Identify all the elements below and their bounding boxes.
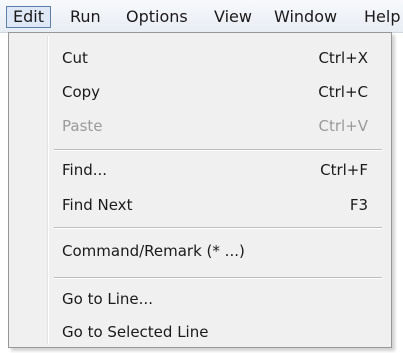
menu-item-copy[interactable]: Copy Ctrl+C bbox=[12, 78, 388, 108]
menu-view[interactable]: View bbox=[208, 6, 258, 28]
menu-options[interactable]: Options bbox=[120, 6, 194, 28]
menu-help[interactable]: Help bbox=[358, 6, 403, 28]
menu-bar: Edit Run Options View Window Help bbox=[0, 0, 403, 33]
menu-separator bbox=[54, 227, 382, 229]
menu-item-label: Copy bbox=[62, 83, 101, 101]
application-window: Edit Run Options View Window Help Cut Ct… bbox=[0, 0, 403, 353]
menu-edit[interactable]: Edit bbox=[6, 6, 51, 28]
menu-item-paste: Paste Ctrl+V bbox=[12, 112, 388, 142]
menu-item-find-next[interactable]: Find Next F3 bbox=[12, 191, 388, 221]
menu-item-label: Paste bbox=[62, 117, 103, 135]
menu-item-command-remark[interactable]: Command/Remark (* ...) bbox=[12, 237, 388, 267]
menu-item-shortcut: F3 bbox=[349, 196, 368, 214]
menu-window[interactable]: Window bbox=[268, 6, 343, 28]
menu-separator bbox=[54, 277, 382, 279]
menu-run[interactable]: Run bbox=[64, 6, 107, 28]
edit-dropdown-menu: Cut Ctrl+X Copy Ctrl+C Paste Ctrl+V Find… bbox=[8, 32, 392, 348]
menu-item-find[interactable]: Find... Ctrl+F bbox=[12, 156, 388, 186]
menu-item-shortcut: Ctrl+C bbox=[318, 83, 368, 101]
menu-item-go-to-line[interactable]: Go to Line... bbox=[12, 285, 388, 315]
menu-item-shortcut: Ctrl+V bbox=[318, 117, 368, 135]
menu-item-label: Find... bbox=[62, 161, 108, 179]
menu-item-label: Go to Selected Line bbox=[62, 323, 209, 341]
menu-item-label: Find Next bbox=[62, 196, 133, 214]
menu-item-label: Cut bbox=[62, 49, 88, 67]
menu-separator bbox=[54, 149, 382, 151]
menu-item-label: Go to Line... bbox=[62, 290, 153, 308]
menu-item-label: Command/Remark (* ...) bbox=[62, 242, 245, 260]
menu-item-cut[interactable]: Cut Ctrl+X bbox=[12, 44, 388, 74]
menu-item-go-to-selected-line[interactable]: Go to Selected Line bbox=[12, 318, 388, 348]
menu-item-shortcut: Ctrl+F bbox=[320, 161, 368, 179]
menu-item-shortcut: Ctrl+X bbox=[318, 49, 368, 67]
